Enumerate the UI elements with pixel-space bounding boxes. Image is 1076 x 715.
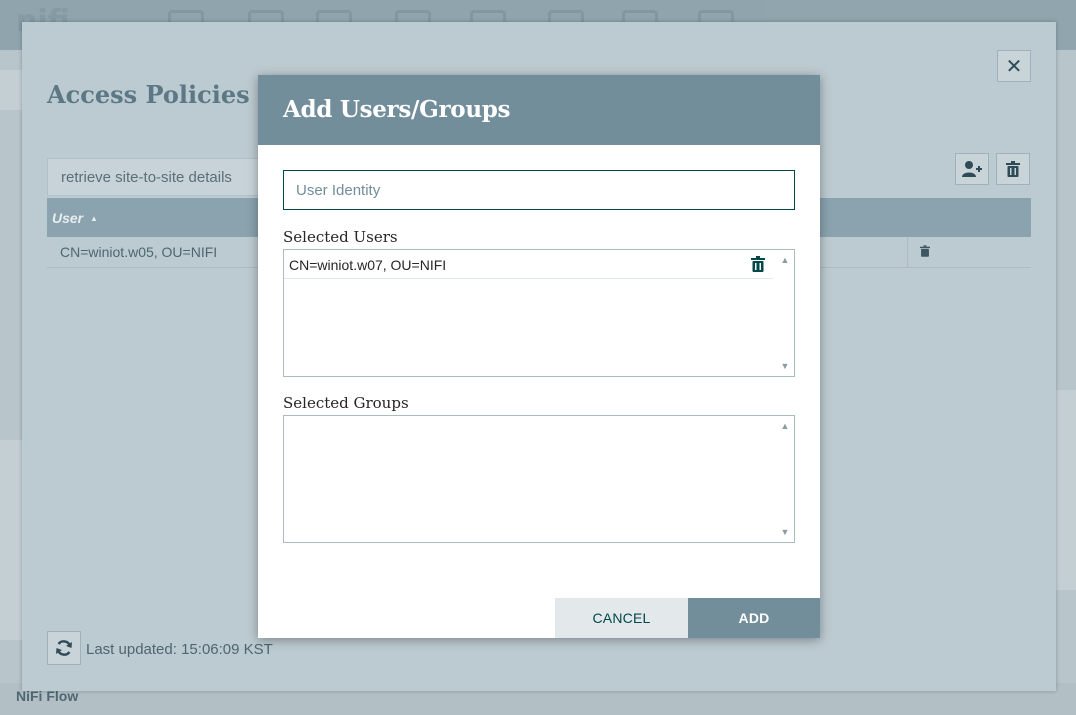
cancel-button[interactable]: CANCEL [555,598,688,638]
last-updated: Last updated: 15:06:09 KST [86,641,273,658]
selected-user-name: CN=winiot.w07, OU=NIFI [289,257,447,273]
last-updated-label: Last updated: [86,641,177,658]
scroll-up-icon[interactable]: ▲ [779,254,791,266]
column-user[interactable]: User ▲ [52,210,98,226]
right-panel-fragment [1056,390,1076,590]
dialog-title: Access Policies [47,80,250,109]
dialog-header: Add Users/Groups [258,75,820,145]
delete-policy-button[interactable] [996,153,1030,185]
add-users-groups-dialog: Add Users/Groups Selected Users CN=winio… [258,75,820,638]
trash-icon[interactable] [750,256,766,272]
user-cell: CN=winiot.w05, OU=NIFI [60,244,218,260]
add-user-button[interactable] [955,153,989,185]
left-panel-fragment [0,440,24,640]
scroll-down-icon[interactable]: ▼ [779,360,791,372]
refresh-button[interactable] [47,631,81,665]
sort-up-icon: ▲ [90,214,98,223]
refresh-icon [56,640,72,656]
left-panel-fragment [0,70,24,110]
scroll-up-icon[interactable]: ▲ [779,420,791,432]
scroll-down-icon[interactable]: ▼ [779,526,791,538]
policy-select[interactable]: retrieve site-to-site details [47,158,267,196]
add-button[interactable]: ADD [688,598,820,638]
user-identity-input[interactable] [283,170,795,210]
selected-users-list[interactable]: CN=winiot.w07, OU=NIFI ▲ ▼ [283,249,795,377]
trash-icon[interactable] [920,245,930,257]
selected-users-label: Selected Users [283,228,398,246]
close-button[interactable]: ✕ [997,50,1031,82]
list-item[interactable]: CN=winiot.w07, OU=NIFI [284,250,773,279]
selected-groups-label: Selected Groups [283,394,409,412]
selected-groups-list[interactable]: ▲ ▼ [283,415,795,543]
trash-icon [1006,161,1020,177]
add-user-icon [962,161,982,177]
close-icon: ✕ [1005,54,1023,78]
column-divider [907,237,908,268]
last-updated-value: 15:06:09 KST [181,641,273,658]
dialog-title: Add Users/Groups [283,96,511,123]
